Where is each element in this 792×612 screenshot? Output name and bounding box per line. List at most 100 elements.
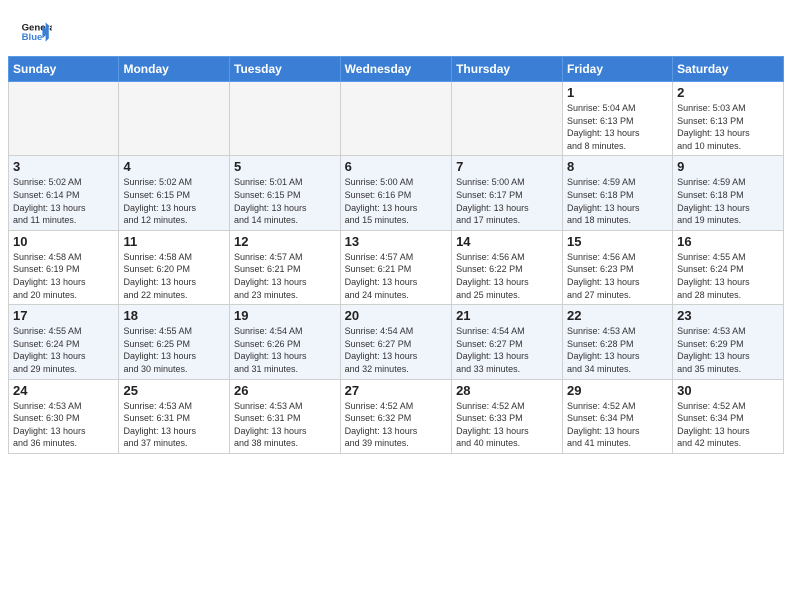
- svg-text:Blue: Blue: [22, 32, 43, 43]
- day-number: 21: [456, 308, 558, 323]
- calendar-cell: 5Sunrise: 5:01 AM Sunset: 6:15 PM Daylig…: [230, 156, 341, 230]
- day-number: 26: [234, 383, 336, 398]
- calendar-cell: 14 Sunrise: 4:56 AM Sunset: 6:22 PM Dayli…: [452, 230, 563, 304]
- calendar-cell: 22 Sunrise: 4:53 AM Sunset: 6:28 PM Dayli…: [562, 305, 672, 379]
- calendar-cell: 17 Sunrise: 4:55 AM Sunset: 6:24 PM Dayli…: [9, 305, 119, 379]
- day-number: 30: [677, 383, 779, 398]
- day-number: 16: [677, 234, 779, 249]
- calendar-cell: 6 Sunrise: 5:00 AM Sunset: 6:16 PM Daylig…: [340, 156, 451, 230]
- day-info: Sunrise: 4:52 AM Sunset: 6:34 PM Dayligh…: [567, 400, 668, 450]
- day-number: 8: [567, 159, 668, 174]
- calendar-cell: [119, 82, 230, 156]
- weekday-header-wednesday: Wednesday: [340, 57, 451, 82]
- day-info: Sunrise: 4:58 AM Sunset: 6:20 PM Dayligh…: [123, 251, 225, 301]
- calendar-cell: 21Sunrise: 4:54 AM Sunset: 6:27 PM Dayli…: [452, 305, 563, 379]
- calendar-cell: 18 Sunrise: 4:55 AM Sunset: 6:25 PM Dayli…: [119, 305, 230, 379]
- day-number: 15: [567, 234, 668, 249]
- day-info: Sunrise: 5:04 AM Sunset: 6:13 PM Dayligh…: [567, 102, 668, 152]
- day-number: 17: [13, 308, 114, 323]
- weekday-header-friday: Friday: [562, 57, 672, 82]
- day-info: Sunrise: 4:53 AM Sunset: 6:31 PM Dayligh…: [234, 400, 336, 450]
- calendar-cell: 15 Sunrise: 4:56 AM Sunset: 6:23 PM Dayli…: [562, 230, 672, 304]
- day-info: Sunrise: 4:55 AM Sunset: 6:24 PM Dayligh…: [677, 251, 779, 301]
- weekday-header-monday: Monday: [119, 57, 230, 82]
- day-info: Sunrise: 4:52 AM Sunset: 6:32 PM Dayligh…: [345, 400, 447, 450]
- calendar-cell: 29 Sunrise: 4:52 AM Sunset: 6:34 PM Dayli…: [562, 379, 672, 453]
- calendar-cell: [340, 82, 451, 156]
- day-info: Sunrise: 4:54 AM Sunset: 6:27 PM Dayligh…: [345, 325, 447, 375]
- day-info: Sunrise: 4:58 AM Sunset: 6:19 PM Dayligh…: [13, 251, 114, 301]
- day-info: Sunrise: 4:52 AM Sunset: 6:34 PM Dayligh…: [677, 400, 779, 450]
- day-number: 29: [567, 383, 668, 398]
- page-header: General Blue: [0, 0, 792, 56]
- weekday-header-tuesday: Tuesday: [230, 57, 341, 82]
- calendar-cell: 10Sunrise: 4:58 AM Sunset: 6:19 PM Dayli…: [9, 230, 119, 304]
- calendar-cell: [230, 82, 341, 156]
- day-info: Sunrise: 5:02 AM Sunset: 6:15 PM Dayligh…: [123, 176, 225, 226]
- weekday-header-row: SundayMondayTuesdayWednesdayThursdayFrid…: [9, 57, 784, 82]
- logo: General Blue: [20, 16, 52, 48]
- day-info: Sunrise: 4:56 AM Sunset: 6:22 PM Dayligh…: [456, 251, 558, 301]
- logo-icon: General Blue: [20, 16, 52, 48]
- calendar-cell: [9, 82, 119, 156]
- calendar-week-2: 3 Sunrise: 5:02 AM Sunset: 6:14 PM Daylig…: [9, 156, 784, 230]
- calendar-week-5: 24 Sunrise: 4:53 AM Sunset: 6:30 PM Dayli…: [9, 379, 784, 453]
- day-number: 19: [234, 308, 336, 323]
- calendar-cell: 28 Sunrise: 4:52 AM Sunset: 6:33 PM Dayli…: [452, 379, 563, 453]
- day-number: 3: [13, 159, 114, 174]
- day-number: 7: [456, 159, 558, 174]
- day-info: Sunrise: 5:00 AM Sunset: 6:17 PM Dayligh…: [456, 176, 558, 226]
- day-number: 1: [567, 85, 668, 100]
- day-info: Sunrise: 4:55 AM Sunset: 6:25 PM Dayligh…: [123, 325, 225, 375]
- day-number: 23: [677, 308, 779, 323]
- day-info: Sunrise: 4:53 AM Sunset: 6:29 PM Dayligh…: [677, 325, 779, 375]
- calendar-cell: 20Sunrise: 4:54 AM Sunset: 6:27 PM Dayli…: [340, 305, 451, 379]
- day-info: Sunrise: 4:59 AM Sunset: 6:18 PM Dayligh…: [677, 176, 779, 226]
- day-info: Sunrise: 4:53 AM Sunset: 6:30 PM Dayligh…: [13, 400, 114, 450]
- day-number: 11: [123, 234, 225, 249]
- weekday-header-sunday: Sunday: [9, 57, 119, 82]
- day-number: 9: [677, 159, 779, 174]
- day-number: 22: [567, 308, 668, 323]
- calendar-table: SundayMondayTuesdayWednesdayThursdayFrid…: [8, 56, 784, 454]
- weekday-header-thursday: Thursday: [452, 57, 563, 82]
- day-info: Sunrise: 5:02 AM Sunset: 6:14 PM Dayligh…: [13, 176, 114, 226]
- day-number: 27: [345, 383, 447, 398]
- calendar-cell: 2 Sunrise: 5:03 AM Sunset: 6:13 PM Daylig…: [673, 82, 784, 156]
- day-number: 24: [13, 383, 114, 398]
- calendar-cell: 16 Sunrise: 4:55 AM Sunset: 6:24 PM Dayli…: [673, 230, 784, 304]
- day-number: 5: [234, 159, 336, 174]
- calendar-cell: 24 Sunrise: 4:53 AM Sunset: 6:30 PM Dayli…: [9, 379, 119, 453]
- day-info: Sunrise: 4:53 AM Sunset: 6:28 PM Dayligh…: [567, 325, 668, 375]
- day-info: Sunrise: 4:55 AM Sunset: 6:24 PM Dayligh…: [13, 325, 114, 375]
- day-info: Sunrise: 4:56 AM Sunset: 6:23 PM Dayligh…: [567, 251, 668, 301]
- calendar-cell: 1 Sunrise: 5:04 AM Sunset: 6:13 PM Daylig…: [562, 82, 672, 156]
- calendar-cell: 12Sunrise: 4:57 AM Sunset: 6:21 PM Dayli…: [230, 230, 341, 304]
- day-number: 12: [234, 234, 336, 249]
- calendar-cell: [452, 82, 563, 156]
- day-info: Sunrise: 5:03 AM Sunset: 6:13 PM Dayligh…: [677, 102, 779, 152]
- day-number: 25: [123, 383, 225, 398]
- day-number: 28: [456, 383, 558, 398]
- calendar-cell: 11 Sunrise: 4:58 AM Sunset: 6:20 PM Dayli…: [119, 230, 230, 304]
- day-info: Sunrise: 4:53 AM Sunset: 6:31 PM Dayligh…: [123, 400, 225, 450]
- day-number: 13: [345, 234, 447, 249]
- day-info: Sunrise: 4:52 AM Sunset: 6:33 PM Dayligh…: [456, 400, 558, 450]
- calendar-cell: 30 Sunrise: 4:52 AM Sunset: 6:34 PM Dayli…: [673, 379, 784, 453]
- day-number: 18: [123, 308, 225, 323]
- calendar-cell: 8Sunrise: 4:59 AM Sunset: 6:18 PM Daylig…: [562, 156, 672, 230]
- calendar-week-1: 1 Sunrise: 5:04 AM Sunset: 6:13 PM Daylig…: [9, 82, 784, 156]
- calendar-cell: 26 Sunrise: 4:53 AM Sunset: 6:31 PM Dayli…: [230, 379, 341, 453]
- calendar-cell: 25 Sunrise: 4:53 AM Sunset: 6:31 PM Dayli…: [119, 379, 230, 453]
- calendar-week-4: 17 Sunrise: 4:55 AM Sunset: 6:24 PM Dayli…: [9, 305, 784, 379]
- day-number: 14: [456, 234, 558, 249]
- day-number: 4: [123, 159, 225, 174]
- day-number: 2: [677, 85, 779, 100]
- calendar-cell: 4 Sunrise: 5:02 AM Sunset: 6:15 PM Daylig…: [119, 156, 230, 230]
- day-info: Sunrise: 4:57 AM Sunset: 6:21 PM Dayligh…: [345, 251, 447, 301]
- calendar-cell: 23 Sunrise: 4:53 AM Sunset: 6:29 PM Dayli…: [673, 305, 784, 379]
- calendar-cell: 3 Sunrise: 5:02 AM Sunset: 6:14 PM Daylig…: [9, 156, 119, 230]
- day-info: Sunrise: 5:00 AM Sunset: 6:16 PM Dayligh…: [345, 176, 447, 226]
- day-number: 6: [345, 159, 447, 174]
- calendar-cell: 13 Sunrise: 4:57 AM Sunset: 6:21 PM Dayli…: [340, 230, 451, 304]
